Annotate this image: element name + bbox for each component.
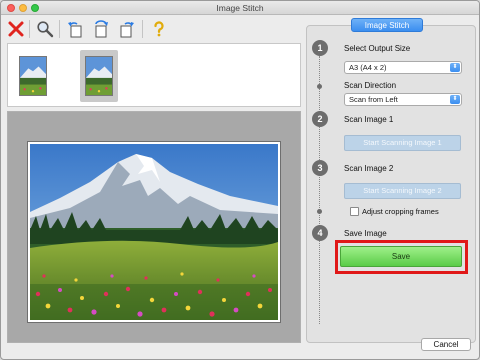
steps-connector-line: [319, 56, 320, 324]
step-4-badge: 4: [312, 225, 328, 241]
rotate-left-icon: [68, 22, 82, 38]
chevron-updown-icon: ⬍: [450, 95, 460, 104]
step-3-badge: 3: [312, 160, 328, 176]
output-size-value: A3 (A4 x 2): [349, 63, 387, 72]
start-scanning-image-2-button[interactable]: Start Scanning Image 2: [344, 183, 461, 199]
step-1-label: Select Output Size: [344, 44, 411, 53]
help-icon: [154, 21, 164, 37]
rotate-180-button[interactable]: [90, 18, 112, 40]
rotate-right-icon: [120, 22, 134, 38]
adjust-cropping-label: Adjust cropping frames: [362, 207, 439, 216]
chevron-updown-icon: ⬍: [450, 63, 460, 72]
scan-direction-label: Scan Direction: [344, 81, 397, 90]
step-4-label: Save Image: [344, 229, 387, 238]
thumbnail-image-1[interactable]: [14, 50, 52, 102]
step-1-badge: 1: [312, 40, 328, 56]
step-2-badge: 2: [312, 111, 328, 127]
thumbnail-strip: [7, 43, 301, 107]
image-stitch-window: Image Stitch Image Stitch 1 Select Outpu…: [0, 0, 480, 360]
landscape-image: [30, 144, 278, 320]
help-button[interactable]: [148, 18, 170, 40]
toolbar-separator: [59, 20, 60, 38]
stitched-image-preview: [28, 142, 280, 322]
delete-button[interactable]: [5, 18, 27, 40]
save-button[interactable]: Save: [340, 246, 462, 267]
cancel-button[interactable]: Cancel: [421, 338, 471, 351]
scan-direction-select[interactable]: Scan from Left ⬍: [344, 93, 462, 106]
thumbnail-preview: [19, 56, 47, 96]
toolbar-separator: [142, 20, 143, 38]
title-bar: Image Stitch: [1, 1, 479, 15]
rotate-right-button[interactable]: [116, 18, 138, 40]
panel-title: Image Stitch: [351, 18, 423, 32]
step-3-label: Scan Image 2: [344, 164, 394, 173]
scan-direction-value: Scan from Left: [349, 95, 398, 104]
thumbnail-image-2[interactable]: [80, 50, 118, 102]
substep-dot: [317, 84, 322, 89]
adjust-cropping-checkbox[interactable]: [350, 207, 359, 216]
toolbar-separator: [29, 20, 30, 38]
rotate-left-button[interactable]: [64, 18, 86, 40]
output-size-select[interactable]: A3 (A4 x 2) ⬍: [344, 61, 462, 74]
step-2-label: Scan Image 1: [344, 115, 394, 124]
zoom-button[interactable]: [34, 18, 56, 40]
landscape-image: [20, 57, 46, 95]
close-icon: [8, 21, 24, 37]
rotate-180-icon: [95, 20, 108, 38]
preview-area: [7, 111, 301, 343]
substep-dot: [317, 209, 322, 214]
start-scanning-image-1-button[interactable]: Start Scanning Image 1: [344, 135, 461, 151]
window-title: Image Stitch: [216, 3, 264, 13]
thumbnail-preview: [85, 56, 113, 96]
zoom-icon: [37, 21, 54, 38]
landscape-image: [86, 57, 112, 95]
image-stitch-panel: Image Stitch 1 Select Output Size A3 (A4…: [306, 18, 476, 343]
